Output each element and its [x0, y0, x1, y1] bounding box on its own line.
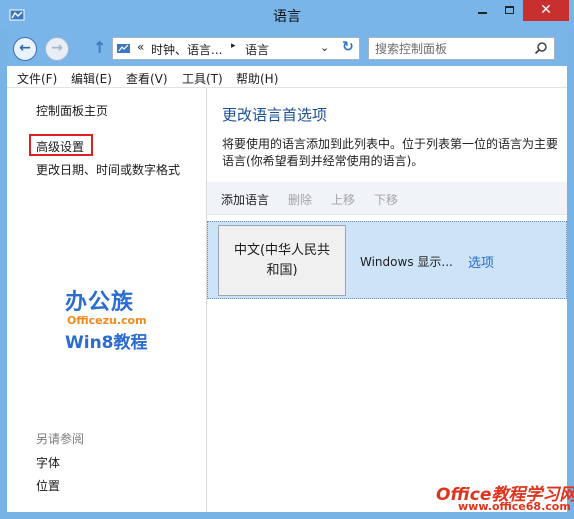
navigation-bar: ← → ↑ « 时钟、语言... ▸ 语言 ⌄ ↻: [7, 30, 567, 66]
menu-help[interactable]: 帮助(H): [236, 70, 278, 87]
minimize-icon: [478, 12, 487, 14]
minimize-button[interactable]: [469, 0, 496, 21]
back-button[interactable]: ←: [13, 37, 37, 61]
add-language-button[interactable]: 添加语言: [221, 191, 269, 208]
menu-view[interactable]: 查看(V): [126, 70, 168, 87]
menu-tools[interactable]: 工具(T): [182, 70, 223, 87]
language-name-line-2: 和国): [266, 263, 298, 278]
sidebar-link-advanced-settings[interactable]: 高级设置: [29, 134, 93, 156]
language-name-line-1: 中文(中华人民共: [233, 243, 331, 258]
forward-arrow-icon: →: [51, 40, 63, 56]
back-arrow-icon: ←: [19, 40, 31, 56]
menu-edit[interactable]: 编辑(E): [71, 70, 112, 87]
breadcrumb-language[interactable]: 语言: [245, 41, 269, 58]
breadcrumb-separator-icon[interactable]: ▸: [231, 41, 236, 51]
menu-bar: 文件(F) 编辑(E) 查看(V) 工具(T) 帮助(H): [7, 66, 567, 88]
breadcrumb-overflow[interactable]: «: [137, 40, 144, 54]
move-up-button[interactable]: 上移: [331, 191, 355, 208]
breadcrumb-clock-language[interactable]: 时钟、语言...: [151, 41, 222, 58]
sidebar-link-fonts[interactable]: 字体: [36, 454, 60, 471]
watermark-url: www.office68.com: [458, 500, 571, 513]
maximize-button[interactable]: [496, 0, 523, 21]
logo-line-1: 办公族: [65, 290, 135, 315]
search-box[interactable]: [368, 37, 555, 60]
search-icon[interactable]: [534, 41, 548, 55]
title-bar: 语言 ✕: [0, 0, 574, 30]
content-area: 控制面板主页 高级设置 更改日期、时间或数字格式 办公族 Officezu.co…: [7, 88, 567, 512]
site-logo: 办公族 Officezu.com Win8教程: [59, 284, 169, 354]
language-display-info: Windows 显示...: [360, 255, 453, 269]
main-panel: 更改语言首选项 将要使用的语言添加到此列表中。位于列表第一位的语言为主要语言(你…: [207, 88, 567, 512]
address-dropdown-icon[interactable]: ⌄: [320, 41, 329, 54]
maximize-icon: [505, 6, 514, 14]
sidebar-link-location[interactable]: 位置: [36, 477, 60, 494]
close-icon: ✕: [540, 2, 552, 18]
logo-line-3: Win8教程: [65, 333, 148, 353]
address-bar[interactable]: « 时钟、语言... ▸ 语言 ⌄ ↻: [112, 37, 360, 60]
remove-button[interactable]: 删除: [288, 191, 312, 208]
language-tile[interactable]: 中文(中华人民共 和国): [218, 225, 346, 296]
page-description: 将要使用的语言添加到此列表中。位于列表第一位的语言为主要语言(你希望看到并经常使…: [222, 137, 559, 168]
control-panel-small-icon: [117, 44, 130, 53]
close-button[interactable]: ✕: [523, 0, 569, 21]
menu-file[interactable]: 文件(F): [17, 70, 57, 87]
see-also-heading: 另请参阅: [36, 432, 85, 446]
move-down-button[interactable]: 下移: [374, 191, 398, 208]
up-arrow-icon: ↑: [93, 38, 107, 57]
language-options-link[interactable]: 选项: [468, 252, 494, 271]
language-toolbar: 添加语言 删除 上移 下移: [207, 182, 567, 215]
sidebar-link-change-date-time[interactable]: 更改日期、时间或数字格式: [36, 161, 180, 178]
forward-button[interactable]: →: [45, 37, 69, 61]
logo-line-2: Officezu.com: [67, 314, 147, 327]
up-button[interactable]: ↑: [93, 38, 106, 57]
search-input[interactable]: [375, 41, 525, 57]
sidebar-link-control-panel-home[interactable]: 控制面板主页: [36, 102, 108, 119]
page-title: 更改语言首选项: [222, 106, 328, 124]
refresh-icon[interactable]: ↻: [342, 39, 354, 55]
sidebar: 控制面板主页 高级设置 更改日期、时间或数字格式 办公族 Officezu.co…: [7, 88, 207, 512]
language-list-item[interactable]: 中文(中华人民共 和国) Windows 显示... 选项: [207, 221, 567, 299]
